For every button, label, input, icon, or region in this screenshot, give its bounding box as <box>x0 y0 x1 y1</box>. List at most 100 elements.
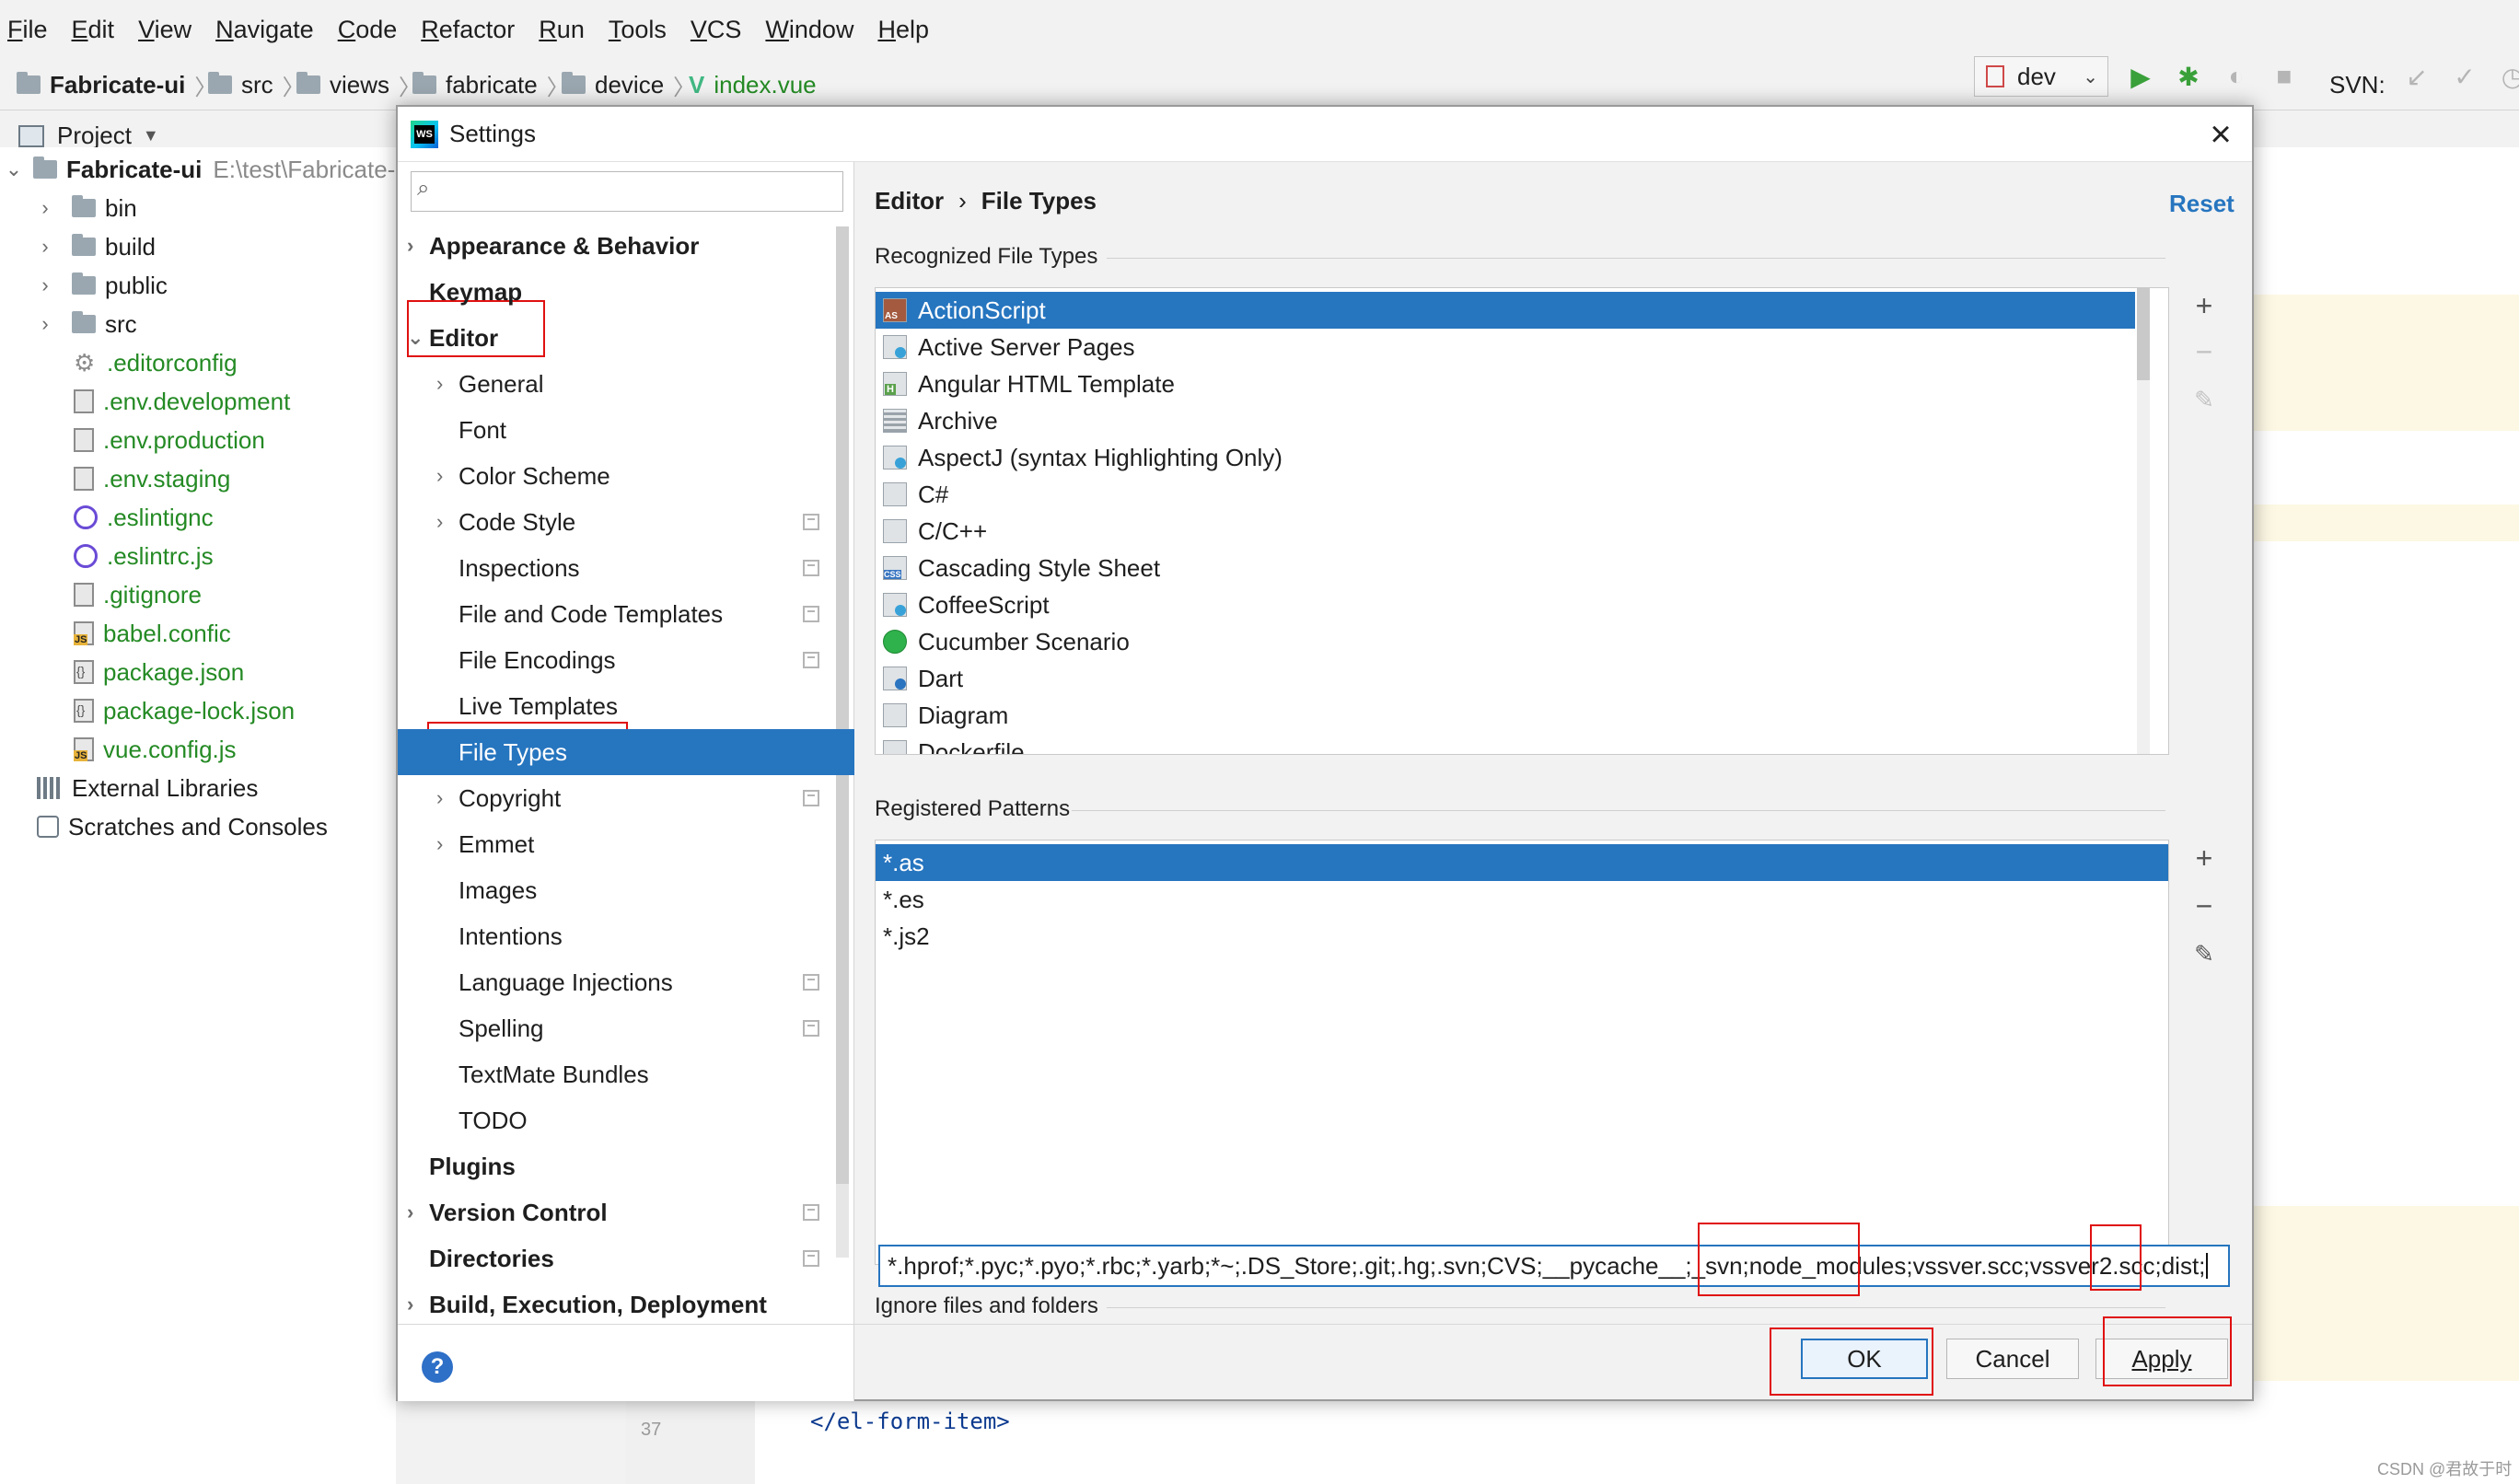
chevron-down-icon[interactable]: ⌄ <box>0 157 28 181</box>
add-pattern-icon[interactable]: + <box>2189 843 2219 873</box>
file-type-row[interactable]: ActionScript <box>876 292 2135 329</box>
chevron-right-icon[interactable]: › <box>407 1200 413 1224</box>
file-type-row[interactable]: Active Server Pages <box>876 329 2135 365</box>
tree-item[interactable]: .eslintrc.js <box>74 538 214 574</box>
svn-update-icon[interactable]: ↙ <box>2401 61 2432 92</box>
nav-item-color-scheme[interactable]: › Color Scheme <box>398 453 854 499</box>
menu-item-tools[interactable]: Tools <box>609 16 667 44</box>
nav-item-code-style[interactable]: › Code Style <box>398 499 854 545</box>
chevron-right-icon[interactable]: › <box>436 372 443 396</box>
menu-item-navigate[interactable]: Navigate <box>215 16 314 44</box>
file-type-row[interactable]: CoffeeScript <box>876 586 2135 623</box>
apply-button[interactable]: Apply <box>2095 1339 2228 1379</box>
menu-item-refactor[interactable]: Refactor <box>421 16 515 44</box>
menu-item-window[interactable]: Window <box>765 16 853 44</box>
menu-item-code[interactable]: Code <box>338 16 398 44</box>
ok-button[interactable]: OK <box>1801 1339 1928 1379</box>
menu-item-edit[interactable]: Edit <box>72 16 115 44</box>
coverage-icon[interactable]: ◐ <box>2221 61 2252 92</box>
nav-item-inspections[interactable]: Inspections <box>398 545 854 591</box>
nav-item-spelling[interactable]: Spelling <box>398 1005 854 1051</box>
cancel-button[interactable]: Cancel <box>1946 1339 2079 1379</box>
tree-external-libraries[interactable]: External Libraries <box>37 770 258 806</box>
tree-item[interactable]: vue.config.js <box>74 731 237 768</box>
chevron-right-icon[interactable]: › <box>31 312 59 336</box>
settings-search-input[interactable]: ⌕ <box>411 171 843 212</box>
chevron-down-icon[interactable]: ▼ <box>143 126 159 145</box>
chevron-down-icon[interactable]: ⌄ <box>407 326 424 350</box>
breadcrumb-views[interactable]: views 〉 <box>296 59 430 110</box>
nav-item-emmet[interactable]: › Emmet <box>398 821 854 867</box>
pattern-row[interactable]: *.es <box>876 881 2168 918</box>
svn-history-icon[interactable]: ◷ <box>2497 61 2519 92</box>
tree-item[interactable]: .gitignore <box>74 576 202 613</box>
breadcrumb-project[interactable]: Fabricate-ui 〉 <box>17 59 226 110</box>
file-type-row[interactable]: Dart <box>876 660 2135 697</box>
nav-item-images[interactable]: Images <box>398 867 854 913</box>
edit-file-type-icon[interactable]: ✎ <box>2189 385 2219 414</box>
pattern-row[interactable]: *.as <box>876 844 2168 881</box>
edit-pattern-icon[interactable]: ✎ <box>2189 939 2219 968</box>
nav-item-general[interactable]: › General <box>398 361 854 407</box>
remove-file-type-icon[interactable]: − <box>2189 337 2219 366</box>
tree-item[interactable]: ⚙ .editorconfig <box>74 344 238 381</box>
chevron-right-icon[interactable]: › <box>31 235 59 259</box>
chevron-right-icon[interactable]: › <box>436 510 443 534</box>
file-type-row[interactable]: Archive <box>876 402 2135 439</box>
breadcrumb-file[interactable]: V index.vue <box>689 59 817 110</box>
breadcrumb-device[interactable]: device 〉 <box>562 59 704 110</box>
tree-item[interactable]: › public <box>31 267 168 304</box>
tree-item[interactable]: .env.production <box>74 422 265 458</box>
breadcrumb-fabricate[interactable]: fabricate 〉 <box>412 59 578 110</box>
chevron-right-icon[interactable]: › <box>436 464 443 488</box>
tree-scratches[interactable]: Scratches and Consoles <box>37 808 328 845</box>
pattern-row[interactable]: *.js2 <box>876 918 2168 955</box>
tree-item[interactable]: .eslintignc <box>74 499 214 536</box>
tree-root[interactable]: ⌄ Fabricate-ui E:\test\Fabricate- <box>0 151 396 188</box>
svn-commit-icon[interactable]: ✓ <box>2449 61 2480 92</box>
chevron-right-icon[interactable]: › <box>407 1293 413 1316</box>
tree-item[interactable]: package-lock.json <box>74 692 295 729</box>
nav-item-file-encodings[interactable]: File Encodings <box>398 637 854 683</box>
close-icon[interactable]: × <box>2202 116 2239 153</box>
nav-item-live-templates[interactable]: Live Templates <box>398 683 854 729</box>
file-types-scrollbar[interactable] <box>2137 288 2150 754</box>
chevron-right-icon[interactable]: › <box>31 196 59 220</box>
menu-item-help[interactable]: Help <box>877 16 929 44</box>
file-type-row[interactable]: AspectJ (syntax Highlighting Only) <box>876 439 2135 476</box>
tree-item[interactable]: › src <box>31 306 136 342</box>
nav-item-intentions[interactable]: Intentions <box>398 913 854 959</box>
file-type-row[interactable]: Dockerfile <box>876 734 2135 754</box>
nav-item-file-types[interactable]: File Types <box>398 729 854 775</box>
registered-patterns-list[interactable]: *.as *.es *.js2 <box>875 840 2169 1265</box>
run-icon[interactable]: ▶ <box>2125 61 2156 92</box>
nav-item-plugins[interactable]: Plugins <box>398 1143 854 1189</box>
nav-item-language-injections[interactable]: Language Injections <box>398 959 854 1005</box>
nav-item-directories[interactable]: Directories <box>398 1235 854 1281</box>
tree-item[interactable]: .env.development <box>74 383 290 420</box>
run-configuration-select[interactable]: dev ⌄ <box>1974 56 2108 97</box>
help-icon[interactable]: ? <box>422 1351 453 1383</box>
tree-item[interactable]: babel.confic <box>74 615 231 652</box>
menu-item-vcs[interactable]: VCS <box>691 16 742 44</box>
chevron-right-icon[interactable]: › <box>436 786 443 810</box>
remove-pattern-icon[interactable]: − <box>2189 891 2219 921</box>
debug-icon[interactable]: ✱ <box>2173 61 2204 92</box>
nav-item-keymap[interactable]: Keymap <box>398 269 854 315</box>
menu-item-view[interactable]: View <box>138 16 192 44</box>
stop-icon[interactable]: ■ <box>2269 61 2300 92</box>
file-type-row[interactable]: Diagram <box>876 697 2135 734</box>
add-file-type-icon[interactable]: + <box>2189 291 2219 320</box>
nav-item-font[interactable]: Font <box>398 407 854 453</box>
tree-item[interactable]: .env.staging <box>74 460 230 497</box>
chevron-right-icon[interactable]: › <box>407 234 413 258</box>
nav-item-build-execution-deployment[interactable]: › Build, Execution, Deployment <box>398 1281 854 1327</box>
nav-item-version-control[interactable]: › Version Control <box>398 1189 854 1235</box>
file-type-row[interactable]: C/C++ <box>876 513 2135 550</box>
nav-item-appearance-behavior[interactable]: › Appearance & Behavior <box>398 223 854 269</box>
nav-item-copyright[interactable]: › Copyright <box>398 775 854 821</box>
file-type-row[interactable]: Cascading Style Sheet <box>876 550 2135 586</box>
file-types-list[interactable]: ActionScript Active Server Pages Angular H… <box>875 287 2169 755</box>
nav-item-todo[interactable]: TODO <box>398 1097 854 1143</box>
tree-item[interactable]: › build <box>31 228 156 265</box>
